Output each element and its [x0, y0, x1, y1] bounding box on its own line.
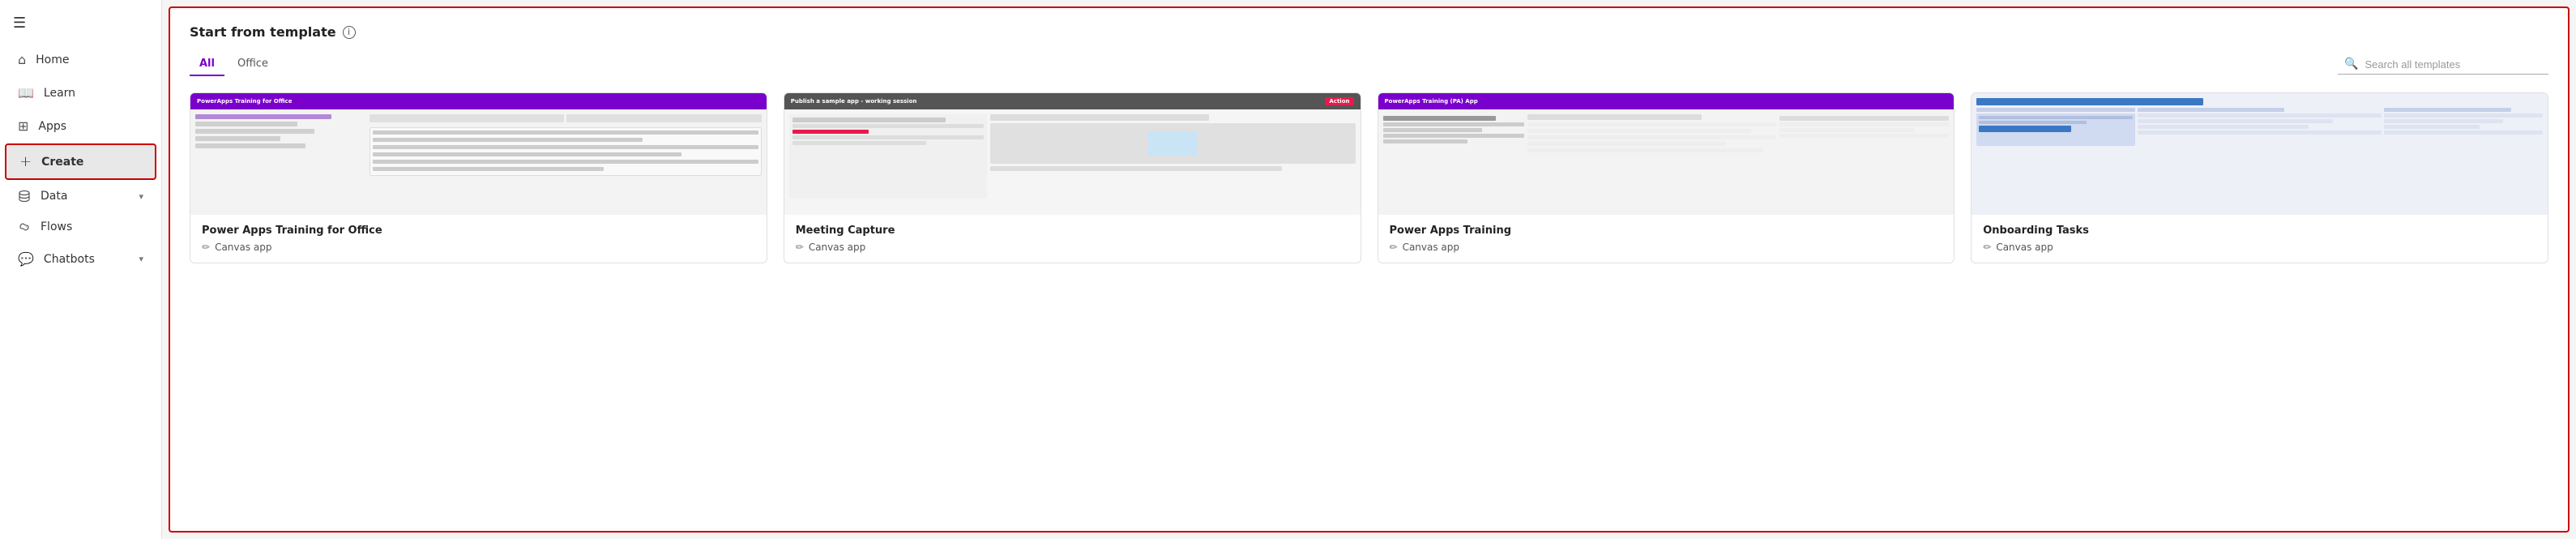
sidebar-item-create[interactable]: + Create [5, 143, 156, 180]
template-card-2[interactable]: Publish a sample app - working session A… [784, 92, 1361, 263]
section-header: Start from template i [190, 24, 2548, 40]
card-thumbnail-4 [1972, 93, 2548, 215]
main-content: Start from template i All Office 🔍 [162, 0, 2576, 539]
template-card-3[interactable]: PowerApps Training (PA) App [1378, 92, 1955, 263]
chatbots-chevron-icon: ▾ [139, 254, 143, 264]
pencil-icon-1: ✏ [202, 242, 210, 253]
info-icon[interactable]: i [343, 26, 356, 39]
cards-grid: PowerApps Training for Office [190, 92, 2548, 263]
card-title-1: Power Apps Training for Office [202, 225, 755, 237]
tab-office[interactable]: Office [228, 53, 278, 76]
chatbots-icon: 💬 [18, 251, 34, 267]
template-card-4[interactable]: Onboarding Tasks ✏ Canvas app [1971, 92, 2548, 263]
tabs-search-row: All Office 🔍 [190, 53, 2548, 76]
sidebar-label-apps: Apps [38, 120, 66, 133]
sidebar-item-flows[interactable]: Flows [5, 212, 156, 242]
template-section: Start from template i All Office 🔍 [169, 6, 2570, 533]
tab-all[interactable]: All [190, 53, 224, 76]
card-type-2: ✏ Canvas app [796, 242, 1349, 253]
menu-icon[interactable]: ☰ [0, 6, 161, 40]
pencil-icon-3: ✏ [1390, 242, 1398, 253]
card-thumbnail-3: PowerApps Training (PA) App [1378, 93, 1954, 215]
sidebar-item-home[interactable]: ⌂ Home [5, 44, 156, 75]
sidebar-item-data[interactable]: Data ▾ [5, 182, 156, 211]
template-card-1[interactable]: PowerApps Training for Office [190, 92, 767, 263]
flows-icon [18, 220, 31, 233]
pencil-icon-4: ✏ [1983, 242, 1991, 253]
sidebar-item-chatbots[interactable]: 💬 Chatbots ▾ [5, 243, 156, 275]
card-type-3: ✏ Canvas app [1390, 242, 1943, 253]
home-icon: ⌂ [18, 52, 26, 67]
sidebar: ☰ ⌂ Home 📖 Learn ⊞ Apps + Create Data ▾ [0, 0, 162, 539]
card-type-4: ✏ Canvas app [1983, 242, 2536, 253]
tabs-container: All Office [190, 53, 281, 76]
learn-icon: 📖 [18, 85, 34, 101]
card-title-3: Power Apps Training [1390, 225, 1943, 237]
card-info-3: Power Apps Training ✏ Canvas app [1378, 215, 1954, 263]
card-thumbnail-2: Publish a sample app - working session A… [784, 93, 1361, 215]
sidebar-label-home: Home [36, 53, 69, 66]
create-icon: + [19, 153, 32, 170]
sidebar-item-learn[interactable]: 📖 Learn [5, 77, 156, 109]
card-thumbnail-1: PowerApps Training for Office [190, 93, 767, 215]
card-title-2: Meeting Capture [796, 225, 1349, 237]
pencil-icon-2: ✏ [796, 242, 804, 253]
card-info-4: Onboarding Tasks ✏ Canvas app [1972, 215, 2548, 263]
sidebar-label-data: Data [41, 190, 67, 203]
card-info-1: Power Apps Training for Office ✏ Canvas … [190, 215, 767, 263]
card-type-1: ✏ Canvas app [202, 242, 755, 253]
sidebar-label-flows: Flows [41, 220, 72, 233]
sidebar-label-learn: Learn [44, 87, 75, 100]
data-chevron-icon: ▾ [139, 191, 143, 202]
sidebar-label-chatbots: Chatbots [44, 253, 95, 266]
search-icon: 🔍 [2344, 58, 2358, 71]
section-title: Start from template [190, 24, 336, 40]
apps-icon: ⊞ [18, 118, 28, 134]
search-box: 🔍 [2338, 54, 2548, 75]
card-title-4: Onboarding Tasks [1983, 225, 2536, 237]
search-input[interactable] [2365, 58, 2510, 71]
card-info-2: Meeting Capture ✏ Canvas app [784, 215, 1361, 263]
sidebar-item-apps[interactable]: ⊞ Apps [5, 110, 156, 142]
sidebar-label-create: Create [41, 156, 83, 169]
data-icon [18, 190, 31, 203]
